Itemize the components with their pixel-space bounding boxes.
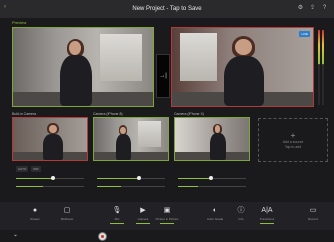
- source-image-2: [94, 118, 168, 160]
- active-indicator: [260, 223, 274, 224]
- transition-icon: A|A: [261, 207, 273, 214]
- bottom-toolbar: ● Stream ▢ Multiview 🎙 Mic ▶ Camera ▣ Pi…: [0, 202, 334, 230]
- source-1-controls: AUTO MIC: [16, 166, 41, 172]
- tool-label: Transitions: [259, 217, 275, 221]
- tool-mic[interactable]: 🎙 Mic: [106, 206, 128, 224]
- tool-pip[interactable]: ▣ Picture in Picture: [156, 206, 178, 224]
- audio-meter-left: [318, 30, 320, 105]
- source-thumb-2[interactable]: [93, 117, 169, 161]
- source-2-gain-slider[interactable]: [97, 184, 165, 188]
- gear-icon[interactable]: ⚙: [297, 5, 304, 12]
- tool-label: Stream: [30, 217, 40, 221]
- tool-label: Picture in Picture: [155, 217, 179, 221]
- stream-icon: ●: [32, 207, 38, 214]
- tool-label: Color Grade: [206, 217, 224, 221]
- color-icon: ◐: [212, 207, 218, 214]
- slider-knob[interactable]: [51, 176, 56, 180]
- tool-info[interactable]: ⓘ Info: [230, 206, 252, 221]
- page-title[interactable]: New Project - Tap to Save: [0, 6, 334, 12]
- info-icon: ⓘ: [237, 207, 245, 214]
- active-indicator: [160, 223, 174, 224]
- live-badge: LIVE: [299, 31, 310, 37]
- top-bar: ‹ New Project - Tap to Save ⚙ ⇪ ?: [0, 0, 334, 18]
- source-label-3: Camera (iPhone X): [174, 112, 204, 116]
- active-indicator: [136, 223, 150, 224]
- mic-icon: 🎙: [112, 207, 122, 214]
- preview-label: Preview: [12, 20, 27, 25]
- add-source-text: Add a source Tap to add: [282, 140, 304, 149]
- program-monitor[interactable]: LIVE: [171, 27, 314, 107]
- preview-monitor[interactable]: [12, 27, 154, 107]
- source-thumb-1[interactable]: [12, 117, 88, 161]
- cut-label: →|: [159, 73, 167, 79]
- tool-record[interactable]: ▭ Record: [302, 206, 324, 221]
- record-icon: ▭: [309, 207, 317, 214]
- tool-label: Record: [308, 217, 318, 221]
- video-icon: ▶: [140, 207, 146, 214]
- source-1-volume-slider[interactable]: [16, 176, 84, 180]
- tool-transitions[interactable]: A|A Transitions: [256, 206, 278, 224]
- program-image: [172, 28, 313, 106]
- tool-label: Mic: [114, 217, 120, 221]
- tool-label: Camera: [137, 217, 149, 221]
- tool-color[interactable]: ◐ Color Grade: [204, 206, 226, 221]
- source-3-volume-slider[interactable]: [178, 176, 246, 180]
- cut-button[interactable]: →|: [156, 54, 170, 98]
- source-thumb-3[interactable]: [174, 117, 250, 161]
- source-image-1: [13, 118, 87, 160]
- audio-meter-right: [322, 30, 324, 105]
- tool-label: Info: [238, 217, 244, 221]
- tool-label: Multiview: [60, 217, 74, 221]
- add-source-button[interactable]: + Add a source Tap to add: [258, 118, 328, 162]
- source-label-2: Camera (iPhone 8): [93, 112, 123, 116]
- pip-icon: ▣: [163, 207, 171, 214]
- tool-camera[interactable]: ▶ Camera: [132, 206, 154, 224]
- top-icons: ⚙ ⇪ ?: [297, 5, 328, 12]
- bottom-bar: ⏷: [0, 230, 334, 242]
- mic-button[interactable]: MIC: [31, 166, 41, 172]
- multiview-icon: ▢: [63, 207, 71, 214]
- record-button[interactable]: [98, 232, 107, 241]
- source-3-gain-slider[interactable]: [178, 184, 246, 188]
- active-indicator: [110, 223, 124, 224]
- source-image-3: [175, 118, 249, 160]
- slider-knob[interactable]: [208, 176, 213, 180]
- tool-multiview[interactable]: ▢ Multiview: [56, 206, 78, 221]
- help-icon[interactable]: ?: [321, 5, 328, 12]
- plus-icon: +: [290, 131, 296, 140]
- chevron-down-icon[interactable]: ⏷: [14, 233, 17, 238]
- auto-button[interactable]: AUTO: [16, 166, 29, 172]
- source-label-1: Built-in Camera: [12, 112, 37, 116]
- source-1-gain-slider[interactable]: [16, 184, 84, 188]
- slider-knob[interactable]: [137, 176, 142, 180]
- share-icon[interactable]: ⇪: [309, 5, 316, 12]
- preview-image: [13, 28, 153, 106]
- tool-stream[interactable]: ● Stream: [24, 206, 46, 221]
- title-area: New Project - Tap to Save: [0, 2, 334, 12]
- source-2-volume-slider[interactable]: [97, 176, 165, 180]
